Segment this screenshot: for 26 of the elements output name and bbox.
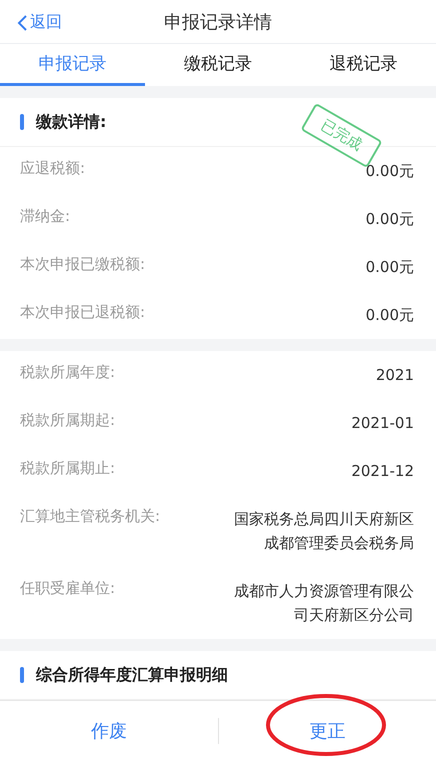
field-label: 税款所属期起: xyxy=(20,411,116,430)
field-value: 2021 xyxy=(376,365,414,386)
back-button[interactable]: 返回 xyxy=(12,8,66,37)
page-title: 申报记录详情 xyxy=(164,10,272,34)
field-label: 汇算地主管税务机关: xyxy=(20,507,160,526)
section-marker xyxy=(20,667,24,684)
field-value: 2021-12 xyxy=(351,461,414,482)
field-value: 0.00元 xyxy=(366,257,414,278)
field-value: 国家税务总局四川天府新区成都管理委员会税务局 xyxy=(233,509,414,554)
field-label: 滞纳金: xyxy=(20,207,70,226)
field-label: 应退税额: xyxy=(20,159,86,178)
field-value: 2021-01 xyxy=(351,413,414,434)
chevron-left-icon xyxy=(16,14,28,32)
section-title: 缴款详情: xyxy=(36,112,106,133)
section-marker xyxy=(20,114,24,130)
field-label: 本次申报已缴税额: xyxy=(20,255,146,274)
field-value: 0.00元 xyxy=(366,209,414,230)
action-button[interactable]: 更正 xyxy=(218,710,436,751)
field-label: 任职受雇单位: xyxy=(20,579,116,598)
field-label: 税款所属年度: xyxy=(20,363,116,382)
field-value: 成都市人力资源管理有限公司天府新区分公司 xyxy=(233,581,414,626)
action-button[interactable]: 作废 xyxy=(0,710,218,751)
field-label: 本次申报已退税额: xyxy=(20,303,146,322)
field-label: 税款所属期止: xyxy=(20,459,116,478)
section-title: 综合所得年度汇算申报明细 xyxy=(36,664,228,686)
field-value: 0.00元 xyxy=(366,305,414,326)
